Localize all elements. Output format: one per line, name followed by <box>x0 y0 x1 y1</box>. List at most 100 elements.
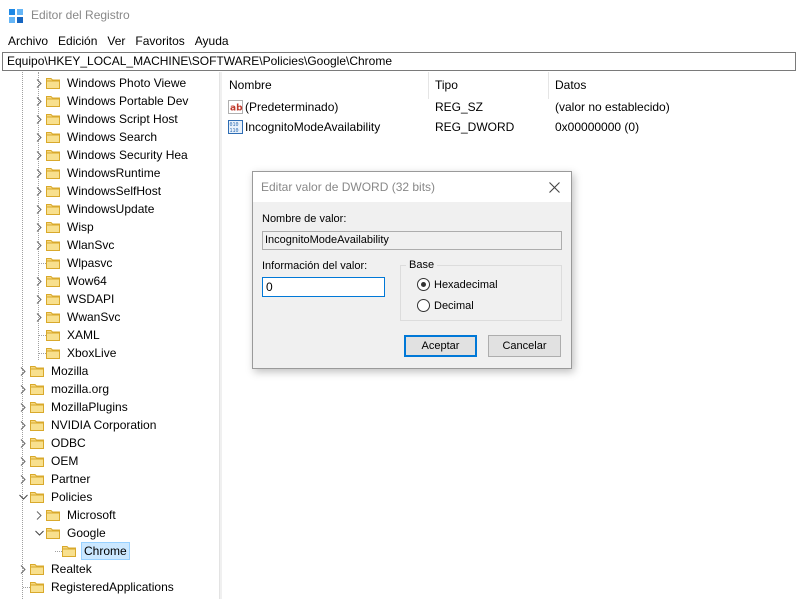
tree-item[interactable]: Windows Photo Viewe <box>32 74 188 92</box>
cancel-button[interactable]: Cancelar <box>488 335 561 357</box>
column-header-data[interactable]: Datos <box>548 72 796 99</box>
dialog-title: Editar valor de DWORD (32 bits) <box>261 180 436 194</box>
base-label: Base <box>406 259 438 271</box>
tree-item[interactable]: WindowsRuntime <box>32 164 162 182</box>
chevron-right-icon[interactable] <box>32 128 46 146</box>
tree-item[interactable]: Chrome <box>48 542 130 560</box>
svg-text:110: 110 <box>230 128 239 134</box>
chevron-right-icon[interactable] <box>32 92 46 110</box>
close-icon[interactable] <box>543 176 565 198</box>
tree-item[interactable]: Realtek <box>16 560 94 578</box>
tree-item-label: WindowsRuntime <box>67 166 161 180</box>
tree-item[interactable]: WwanSvc <box>32 308 122 326</box>
string-value-icon: ab <box>228 100 243 114</box>
tree-item-label: XboxLive <box>67 346 117 360</box>
value-name: (Predeterminado) <box>245 100 339 114</box>
tree-item-label: Microsoft <box>67 508 116 522</box>
window-title: Editor del Registro <box>31 8 130 22</box>
dialog-title-bar[interactable]: Editar valor de DWORD (32 bits) <box>253 172 571 202</box>
column-header-type[interactable]: Tipo <box>428 72 548 99</box>
folder-icon <box>46 328 60 342</box>
dword-value-icon: 010 110 <box>228 120 243 134</box>
chevron-right-icon[interactable] <box>16 362 30 380</box>
column-header-name[interactable]: Nombre <box>222 72 428 99</box>
folder-icon <box>30 400 44 414</box>
tree-item[interactable]: WindowsUpdate <box>32 200 156 218</box>
folder-icon <box>46 184 60 198</box>
chevron-right-icon[interactable] <box>32 182 46 200</box>
tree-item[interactable]: WindowsSelfHost <box>32 182 163 200</box>
tree-item[interactable]: Windows Security Hea <box>32 146 190 164</box>
tree-item-label: Windows Script Host <box>67 112 178 126</box>
folder-icon <box>30 490 44 504</box>
chevron-right-icon[interactable] <box>32 74 46 92</box>
chevron-right-icon[interactable] <box>32 164 46 182</box>
chevron-right-icon[interactable] <box>32 236 46 254</box>
folder-icon <box>30 418 44 432</box>
radio-unselected-icon <box>417 299 430 312</box>
menu-favoritos[interactable]: Favoritos <box>130 31 189 51</box>
tree-item[interactable]: ODBC <box>16 434 88 452</box>
chevron-right-icon[interactable] <box>32 146 46 164</box>
tree-item[interactable]: Windows Script Host <box>32 110 180 128</box>
tree-item-label: MozillaPlugins <box>51 400 128 414</box>
tree-item[interactable]: XAML <box>32 326 102 344</box>
radio-decimal[interactable]: Decimal <box>417 299 474 312</box>
tree-item[interactable]: WlanSvc <box>32 236 116 254</box>
menu-ayuda[interactable]: Ayuda <box>190 31 234 51</box>
folder-icon <box>30 454 44 468</box>
chevron-right-icon[interactable] <box>32 200 46 218</box>
tree-item[interactable]: NVIDIA Corporation <box>16 416 158 434</box>
folder-icon <box>46 274 60 288</box>
accept-button[interactable]: Aceptar <box>404 335 477 357</box>
chevron-right-icon[interactable] <box>16 398 30 416</box>
chevron-right-icon[interactable] <box>16 380 30 398</box>
tree-item[interactable]: RegisteredApplications <box>16 578 176 596</box>
value-row[interactable]: ab (Predeterminado) REG_SZ (valor no est… <box>222 97 796 117</box>
tree-item[interactable]: MozillaPlugins <box>16 398 130 416</box>
folder-icon <box>46 346 60 360</box>
tree-item[interactable]: Policies <box>16 488 94 506</box>
chevron-down-icon[interactable] <box>32 524 46 542</box>
tree-item[interactable]: Wisp <box>32 218 96 236</box>
tree-item-label: WindowsSelfHost <box>67 184 162 198</box>
menu-edicion[interactable]: Edición <box>53 31 102 51</box>
chevron-right-icon[interactable] <box>32 308 46 326</box>
folder-icon <box>30 580 44 594</box>
chevron-right-icon[interactable] <box>16 452 30 470</box>
chevron-right-icon[interactable] <box>32 506 46 524</box>
tree-item[interactable]: Windows Portable Dev <box>32 92 190 110</box>
value-data-input[interactable]: 0 <box>262 277 385 297</box>
chevron-right-icon[interactable] <box>32 290 46 308</box>
tree-item[interactable]: Wow64 <box>32 272 109 290</box>
title-bar: Editor del Registro <box>0 0 796 31</box>
value-data: (valor no establecido) <box>555 100 670 114</box>
value-row[interactable]: 010 110 IncognitoModeAvailability REG_DW… <box>222 117 796 137</box>
tree-item[interactable]: Google <box>32 524 108 542</box>
chevron-right-icon[interactable] <box>16 434 30 452</box>
radio-hexadecimal[interactable]: Hexadecimal <box>417 278 498 291</box>
tree-item[interactable]: OEM <box>16 452 80 470</box>
chevron-right-icon[interactable] <box>32 110 46 128</box>
tree-item[interactable]: XboxLive <box>32 344 118 362</box>
tree-item[interactable]: Wlpasvc <box>32 254 114 272</box>
tree-item[interactable]: mozilla.org <box>16 380 111 398</box>
chevron-right-icon[interactable] <box>16 560 30 578</box>
chevron-down-icon[interactable] <box>16 488 30 506</box>
folder-icon <box>46 94 60 108</box>
menu-archivo[interactable]: Archivo <box>3 31 53 51</box>
menu-ver[interactable]: Ver <box>102 31 130 51</box>
tree-item[interactable]: Partner <box>16 470 92 488</box>
registry-key-tree[interactable]: Windows Photo Viewe Windows Portable Dev W… <box>0 72 219 599</box>
tree-item[interactable]: Microsoft <box>32 506 118 524</box>
chevron-right-icon[interactable] <box>16 470 30 488</box>
tree-item[interactable]: Windows Search <box>32 128 159 146</box>
chevron-right-icon[interactable] <box>16 416 30 434</box>
tree-item[interactable]: WSDAPI <box>32 290 116 308</box>
chevron-right-icon[interactable] <box>32 272 46 290</box>
folder-icon <box>46 148 60 162</box>
tree-item[interactable]: Mozilla <box>16 362 90 380</box>
address-bar[interactable]: Equipo\HKEY_LOCAL_MACHINE\SOFTWARE\Polic… <box>2 52 796 71</box>
radio-selected-icon <box>417 278 430 291</box>
chevron-right-icon[interactable] <box>32 218 46 236</box>
